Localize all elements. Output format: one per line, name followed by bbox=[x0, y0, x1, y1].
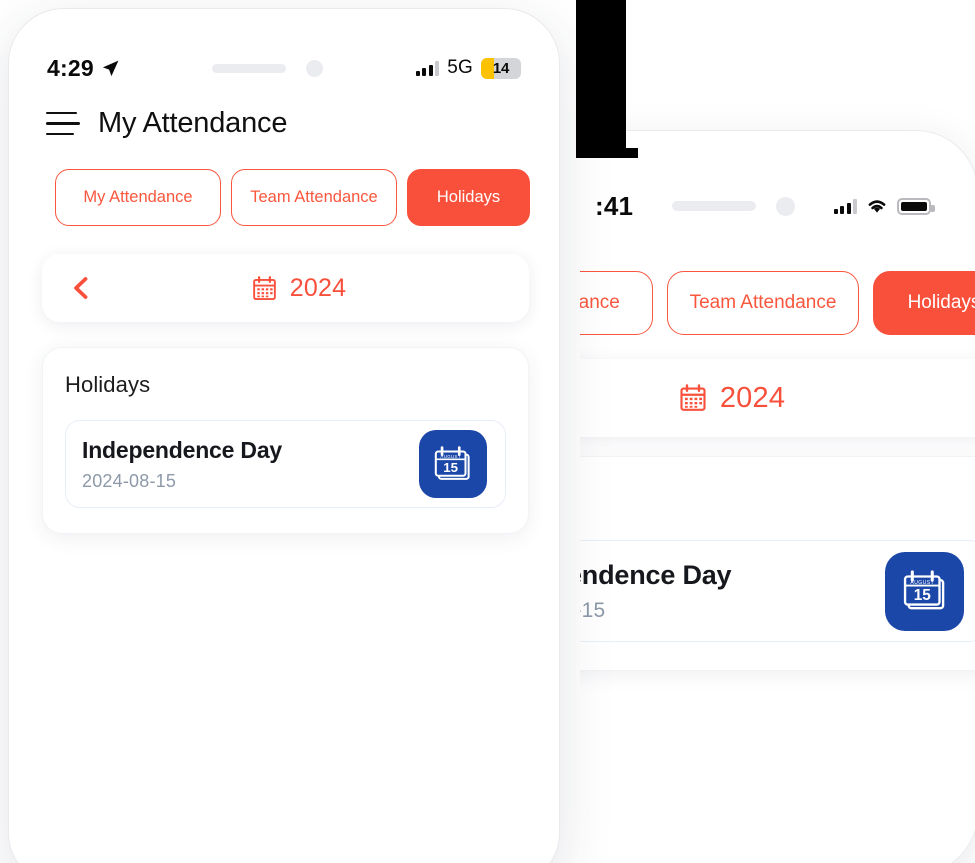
calendar-date-glyph: AUGUST 15 bbox=[434, 446, 470, 480]
battery-full-icon bbox=[897, 197, 935, 215]
holiday-list-item-secondary[interactable]: Independence Day 2024-08-15 AUGUST 15 bbox=[549, 540, 975, 642]
front-camera-icon bbox=[775, 196, 795, 216]
phone-mockup-primary: 4:29 5G 14 My Attendance My Attendance T… bbox=[8, 8, 560, 863]
black-overlay-artifact-foot bbox=[576, 148, 638, 158]
screenshot-canvas: :41 My Attendance bbox=[0, 0, 975, 863]
calendar-date-icon-secondary: AUGUST 15 bbox=[885, 551, 964, 631]
status-indicators-primary: 5G 14 bbox=[415, 57, 521, 79]
network-type-label: 5G bbox=[447, 57, 473, 78]
holidays-card-secondary: Holidays Independence Day 2024-08-15 bbox=[549, 456, 975, 671]
year-selector-primary[interactable]: 2024 bbox=[42, 254, 529, 322]
chevron-left-glyph bbox=[74, 277, 88, 299]
holidays-card-heading: Holidays bbox=[65, 372, 151, 397]
holidays-card-primary: Holidays Independence Day 2024-08-15 AUG… bbox=[42, 347, 529, 534]
phone-screen-secondary: :41 My Attendance bbox=[549, 131, 975, 863]
svg-text:15: 15 bbox=[443, 460, 458, 475]
year-value-secondary: 2024 bbox=[719, 381, 786, 414]
black-overlay-artifact bbox=[576, 0, 626, 148]
tab-team-attendance[interactable]: Team Attendance bbox=[231, 169, 397, 226]
holiday-list-item[interactable]: Independence Day 2024-08-15 AUGUST 15 bbox=[65, 420, 506, 508]
status-time-secondary: :41 bbox=[595, 191, 633, 222]
battery-low-power-icon: 14 bbox=[481, 57, 521, 79]
status-bar-secondary: :41 bbox=[549, 189, 975, 223]
app-bar-primary: My Attendance bbox=[46, 107, 287, 140]
page-title: My Attendance bbox=[98, 107, 288, 139]
status-time-primary: 4:29 bbox=[47, 55, 120, 82]
cellular-signal-icon bbox=[415, 60, 440, 76]
front-camera-icon bbox=[306, 59, 324, 77]
speaker-pill-icon bbox=[671, 201, 756, 211]
cellular-signal-icon bbox=[833, 198, 857, 214]
holiday-date: 2024-08-15 bbox=[82, 470, 177, 491]
year-value: 2024 bbox=[289, 273, 347, 302]
speaker-pill-icon bbox=[212, 63, 287, 73]
svg-text:AUGUST: AUGUST bbox=[440, 454, 461, 459]
battery-level-label: 14 bbox=[492, 59, 510, 77]
year-display-secondary: 2024 bbox=[549, 382, 975, 415]
attendance-tabs-secondary: My Attendance Team Attendance Holidays bbox=[549, 271, 975, 335]
tab-team-attendance-secondary[interactable]: Team Attendance bbox=[667, 271, 859, 335]
dynamic-island-secondary bbox=[671, 196, 795, 216]
hamburger-menu-icon[interactable] bbox=[46, 111, 80, 136]
attendance-tabs-primary: My Attendance Team Attendance Holidays bbox=[55, 169, 530, 226]
chevron-left-icon[interactable] bbox=[68, 273, 94, 303]
holiday-text-block: Independence Day 2024-08-15 bbox=[82, 437, 282, 492]
status-bar-primary: 4:29 5G 14 bbox=[9, 51, 559, 85]
status-indicators-secondary bbox=[833, 197, 935, 215]
location-arrow-icon bbox=[102, 60, 119, 76]
calendar-date-icon: AUGUST 15 bbox=[419, 430, 487, 498]
status-time-label: :41 bbox=[595, 190, 634, 221]
calendar-date-glyph-secondary: AUGUST 15 bbox=[903, 570, 944, 610]
tab-holidays[interactable]: Holidays bbox=[407, 169, 530, 226]
phone-screen-primary: 4:29 5G 14 My Attendance My Attendance T… bbox=[9, 9, 559, 863]
calendar-icon bbox=[252, 275, 276, 300]
calendar-icon-secondary bbox=[680, 384, 706, 411]
holidays-card-heading-secondary: Holidays bbox=[549, 485, 975, 514]
tab-my-attendance[interactable]: My Attendance bbox=[55, 169, 221, 226]
dynamic-island-primary bbox=[212, 59, 324, 77]
svg-text:AUGUST: AUGUST bbox=[910, 580, 934, 586]
holiday-name: Independence Day bbox=[82, 436, 283, 463]
year-display-primary: 2024 bbox=[94, 274, 503, 303]
year-selector-secondary[interactable]: 2024 bbox=[549, 359, 975, 437]
tab-holidays-secondary[interactable]: Holidays bbox=[873, 271, 975, 335]
status-time-label: 4:29 bbox=[47, 54, 94, 81]
svg-text:15: 15 bbox=[913, 587, 931, 604]
phone-mockup-secondary: :41 My Attendance bbox=[548, 130, 975, 863]
wifi-icon bbox=[868, 200, 886, 213]
